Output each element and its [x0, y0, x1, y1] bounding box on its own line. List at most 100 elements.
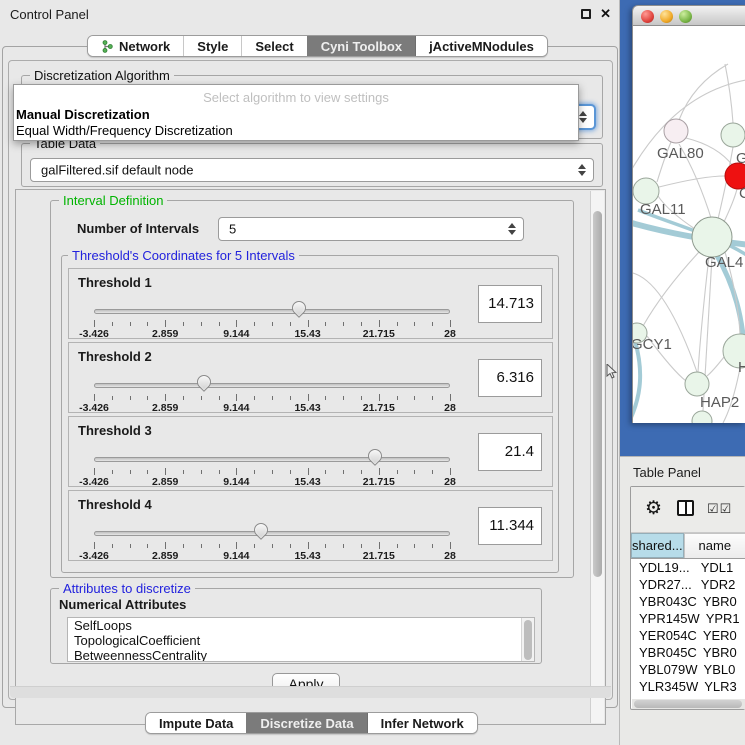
threshold-value-field[interactable]: 21.4: [478, 433, 542, 471]
slider-scale-labels: -3.4262.8599.14415.4321.71528: [94, 476, 450, 487]
table-row[interactable]: YBR043CYBR0: [631, 593, 745, 610]
cell[interactable]: YER0: [697, 627, 745, 644]
cell[interactable]: YDL1: [695, 559, 745, 576]
mouse-cursor: [606, 364, 617, 379]
tab-cyni-toolbox[interactable]: Cyni Toolbox: [307, 36, 415, 56]
tab-jactivemnodules[interactable]: jActiveMNodules: [415, 36, 547, 56]
list-item[interactable]: TopologicalCoefficient: [68, 633, 534, 648]
table-row[interactable]: YLR345WYLR3: [631, 678, 745, 695]
column-header-shared-name[interactable]: shared...: [631, 533, 684, 558]
node-label: GAL4: [705, 254, 743, 271]
group-title: Interval Definition: [59, 193, 167, 208]
tab-label: Impute Data: [159, 716, 233, 731]
close-icon[interactable]: ✕: [600, 6, 611, 22]
table-row[interactable]: YPR145WYPR1: [631, 610, 745, 627]
tab-select[interactable]: Select: [241, 36, 306, 56]
select-columns-icon[interactable]: ☑☑: [707, 501, 732, 517]
tab-style[interactable]: Style: [183, 36, 241, 56]
slider-track[interactable]: [94, 383, 450, 388]
panel-title: Control Panel: [10, 7, 89, 22]
cell[interactable]: YBL0: [698, 661, 745, 678]
table-horizontal-scrollbar[interactable]: [632, 699, 745, 709]
numerical-attributes-label: Numerical Attributes: [59, 597, 186, 612]
network-canvas[interactable]: GAL80 GA C GAL11 GAL4 GCY1 H HAP2: [632, 26, 745, 423]
combo-stepper-icon: [579, 111, 588, 123]
column-header-name[interactable]: name: [684, 533, 745, 558]
close-traffic-light[interactable]: [641, 10, 654, 23]
cell[interactable]: YPR145W: [631, 610, 700, 627]
node[interactable]: [721, 123, 745, 147]
cell[interactable]: YDL19...: [631, 559, 695, 576]
float-window-icon[interactable]: [581, 9, 591, 19]
slider-track[interactable]: [94, 531, 450, 536]
bottom-tab-bar: Impute Data Discretize Data Infer Networ…: [145, 712, 478, 734]
num-intervals-select[interactable]: 5: [218, 217, 524, 241]
node-label: GAL11: [640, 201, 686, 218]
attributes-group: Attributes to discretize Numerical Attri…: [50, 588, 542, 664]
tab-label: Style: [197, 39, 228, 54]
network-window-titlebar[interactable]: [632, 5, 745, 26]
cell[interactable]: YBR0: [697, 644, 745, 661]
tab-discretize-data[interactable]: Discretize Data: [246, 713, 366, 733]
scrollbar-thumb[interactable]: [634, 700, 742, 708]
tab-network[interactable]: Network: [88, 36, 183, 56]
zoom-traffic-light[interactable]: [679, 10, 692, 23]
table-row[interactable]: YDL19...YDL1: [631, 559, 745, 576]
cell[interactable]: YLR345W: [631, 678, 698, 695]
popup-option-manual[interactable]: Manual Discretization: [16, 107, 150, 122]
table-data-select[interactable]: galFiltered.sif default node: [30, 158, 594, 182]
threshold-value-field[interactable]: 6.316: [478, 359, 542, 397]
threshold-slider[interactable]: -3.4262.8599.14415.4321.71528: [94, 417, 450, 486]
tab-label: Discretize Data: [260, 716, 353, 731]
cell[interactable]: YDR27...: [631, 576, 695, 593]
threshold-panel-1: Threshold 1 -3.4262.8599.14415.4321.7152…: [68, 268, 553, 339]
node[interactable]: [692, 411, 712, 423]
node-gal4[interactable]: [692, 217, 732, 257]
list-item[interactable]: BetweennessCentrality: [68, 648, 534, 662]
interval-definition-group: Interval Definition Number of Intervals …: [50, 200, 574, 578]
split-columns-icon[interactable]: [677, 500, 694, 516]
tab-label: Network: [119, 39, 170, 54]
node-hap2[interactable]: [685, 372, 709, 396]
cell[interactable]: YER054C: [631, 627, 697, 644]
popup-option-equal-width[interactable]: Equal Width/Frequency Discretization: [16, 123, 233, 138]
cell[interactable]: YBR043C: [631, 593, 697, 610]
threshold-value-field[interactable]: 14.713: [478, 285, 542, 323]
node-label: HAP2: [700, 394, 739, 411]
attributes-list[interactable]: SelfLoops TopologicalCoefficient Between…: [67, 617, 535, 662]
slider-ticks: [94, 394, 450, 402]
list-item[interactable]: SelfLoops: [68, 618, 534, 633]
cell[interactable]: YBR045C: [631, 644, 697, 661]
group-title: Threshold's Coordinates for 5 Intervals: [68, 248, 299, 263]
table-row[interactable]: YBR045CYBR0: [631, 644, 745, 661]
cell[interactable]: YDR2: [695, 576, 745, 593]
table-row[interactable]: YER054CYER0: [631, 627, 745, 644]
threshold-slider[interactable]: -3.4262.8599.14415.4321.71528: [94, 343, 450, 412]
slider-handle[interactable]: [290, 298, 310, 318]
threshold-value-field[interactable]: 11.344: [478, 507, 542, 545]
scrollbar-thumb[interactable]: [593, 211, 602, 577]
minimize-traffic-light[interactable]: [660, 10, 673, 23]
list-scrollbar[interactable]: [521, 618, 534, 661]
cell[interactable]: YPR1: [700, 610, 745, 627]
threshold-panel-4: Threshold 4 -3.4262.8599.14415.4321.7152…: [68, 490, 553, 561]
settings-scrollbar[interactable]: [590, 191, 604, 723]
slider-track[interactable]: [94, 457, 450, 462]
table-row[interactable]: YBL079WYBL0: [631, 661, 745, 678]
tab-infer-network[interactable]: Infer Network: [367, 713, 477, 733]
slider-track[interactable]: [94, 309, 450, 314]
slider-handle[interactable]: [194, 372, 214, 392]
threshold-slider[interactable]: -3.4262.8599.14415.4321.71528: [94, 491, 450, 560]
tab-impute-data[interactable]: Impute Data: [146, 713, 246, 733]
cell[interactable]: YLR3: [698, 678, 745, 695]
slider-handle[interactable]: [251, 520, 271, 540]
gear-icon[interactable]: ⚙: [645, 497, 662, 520]
table-row[interactable]: YDR27...YDR2: [631, 576, 745, 593]
node-gal80[interactable]: [664, 119, 688, 143]
slider-handle[interactable]: [365, 446, 385, 466]
scrollbar-thumb[interactable]: [524, 620, 532, 660]
cell[interactable]: YBL079W: [631, 661, 698, 678]
node-label: GA: [736, 150, 745, 167]
threshold-slider[interactable]: -3.4262.8599.14415.4321.71528: [94, 269, 450, 338]
cell[interactable]: YBR0: [697, 593, 745, 610]
